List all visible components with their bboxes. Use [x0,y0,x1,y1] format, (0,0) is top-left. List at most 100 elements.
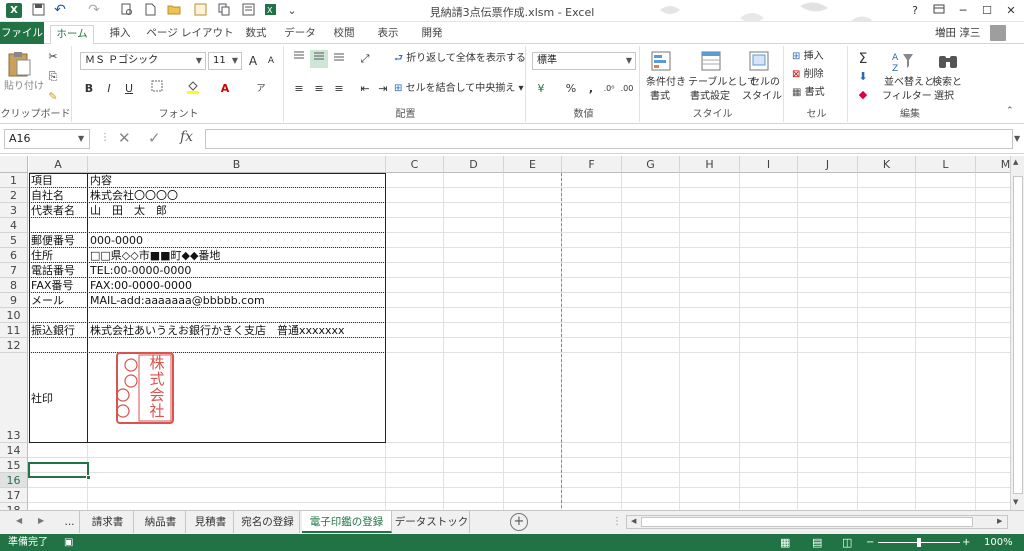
comma-button[interactable]: , [582,80,600,98]
column-header-g[interactable]: G [622,156,680,173]
autosum-icon[interactable]: Σ [854,50,872,68]
wrap-text-button[interactable]: ⮐ 折り返して全体を表示する [394,52,526,66]
font-size-select[interactable]: 11 ▼ [208,52,242,70]
fill-icon[interactable]: ⬇ [854,68,872,86]
zoom-slider-thumb[interactable] [917,538,921,547]
zoom-out-icon[interactable]: − [866,534,874,551]
row-header-3[interactable]: 3 [0,203,28,218]
maximize-button[interactable]: ☐ [975,2,999,20]
format-as-table-label[interactable]: テーブルとして [688,76,757,90]
orientation-icon[interactable]: ⤢ [356,50,374,68]
conditional-formatting-label-2[interactable]: 書式 [650,90,670,104]
row-header-6[interactable]: 6 [0,248,28,263]
percent-button[interactable]: % [562,80,580,98]
row-header-12[interactable]: 12 [0,338,28,353]
normal-view-icon[interactable]: ▦ [780,534,790,551]
column-header-i[interactable]: I [740,156,798,173]
paste-icon[interactable] [6,50,34,77]
cell-b8[interactable]: FAX:00-0000-0000 [90,279,192,293]
conditional-formatting-label[interactable]: 条件付き [646,76,686,90]
row-header-2[interactable]: 2 [0,188,28,203]
find-select-label[interactable]: 検索と [932,76,962,90]
cell-b9[interactable]: MAIL-add:aaaaaaa@bbbbb.com [90,294,265,308]
cell-a9[interactable]: メール [31,294,64,308]
tab-review[interactable]: 校閲 [324,25,364,44]
insert-function-icon[interactable]: fx [180,129,193,145]
row-header-16[interactable]: 16 [0,473,28,488]
paste-button[interactable]: 貼り付け [4,80,44,94]
sheet-tab[interactable]: 宛名の登録 [236,511,300,533]
cell-styles-label-2[interactable]: スタイル [742,90,782,104]
fill-handle[interactable] [86,475,91,480]
cancel-icon[interactable]: ✕ [118,129,131,147]
column-header-c[interactable]: C [386,156,444,173]
cell-b11[interactable]: 株式会社あいうえお銀行かきく支店 普通xxxxxxx [90,324,345,338]
sheet-tab[interactable]: データストック [394,511,470,533]
tab-file[interactable]: ファイル [0,22,44,44]
column-header-a[interactable]: A [29,156,88,173]
row-header-11[interactable]: 11 [0,323,28,338]
copy-button-icon[interactable]: ⎘ [44,68,62,86]
borders-icon[interactable] [148,80,166,98]
column-header-d[interactable]: D [444,156,504,173]
format-painter-icon[interactable]: ✎ [44,88,62,106]
find-select-label-2[interactable]: 選択 [934,90,954,104]
hscroll-thumb[interactable] [641,517,973,527]
sheet-tab[interactable]: 請求書 [82,511,134,533]
format-as-table-icon[interactable] [700,50,728,76]
minimize-button[interactable]: ─ [951,2,975,20]
cell-a1[interactable]: 項目 [31,174,53,188]
merge-center-button[interactable]: ⊞ セルを結合して中央揃え ▾ [394,82,523,96]
horizontal-scrollbar[interactable]: ◀ ▶ [626,515,1008,529]
bold-button[interactable]: B [80,80,98,98]
macro-record-icon[interactable]: ▣ [64,534,73,551]
align-center-icon[interactable]: ≡ [310,80,328,98]
align-top-icon[interactable] [290,50,308,68]
cell-a11[interactable]: 振込銀行 [31,324,75,338]
currency-icon[interactable]: ¥ [532,80,550,98]
row-header-5[interactable]: 5 [0,233,28,248]
row-header-8[interactable]: 8 [0,278,28,293]
row-header-15[interactable]: 15 [0,458,28,473]
sheet-tab[interactable]: 見積書 [188,511,234,533]
tab-insert[interactable]: 挿入 [100,25,140,44]
cell-b6[interactable]: □□県◇◇市■■町◆◆番地 [90,249,220,263]
help-button[interactable]: ? [903,2,927,20]
expand-formula-icon[interactable]: ▼ [1014,134,1020,143]
conditional-formatting-icon[interactable] [650,50,678,76]
shrink-font-button[interactable]: A [262,52,280,70]
column-header-j[interactable]: J [798,156,858,173]
column-header-m[interactable]: M [976,156,1010,173]
number-format-select[interactable]: 標準 ▼ [532,52,636,70]
insert-cells-button[interactable]: ⊞ 挿入 [792,50,824,64]
delete-cells-button[interactable]: ⊠ 削除 [792,68,824,82]
grow-font-button[interactable]: A [244,52,262,70]
row-header-4[interactable]: 4 [0,218,28,233]
hscroll-left-icon[interactable]: ◀ [631,517,636,525]
user-name[interactable]: 増田 淳三 [935,26,980,40]
scroll-up-icon[interactable]: ▲ [1013,158,1018,166]
scroll-down-icon[interactable]: ▼ [1013,498,1018,506]
row-header-7[interactable]: 7 [0,263,28,278]
increase-decimal-icon[interactable]: .0⁰ [600,80,618,98]
vertical-scrollbar[interactable]: ▲ ▼ [1010,156,1024,510]
collapse-ribbon-icon[interactable]: ⌃ [1006,106,1014,116]
scroll-thumb[interactable] [1013,176,1023,494]
hscroll-right-icon[interactable]: ▶ [997,517,1002,525]
row-header-13[interactable]: 13 [0,353,28,443]
phonetic-icon[interactable]: ア [252,80,270,98]
row-header-17[interactable]: 17 [0,488,28,503]
fill-color-icon[interactable] [184,80,202,98]
column-header-l[interactable]: L [916,156,976,173]
sort-filter-label-2[interactable]: フィルター [882,90,932,104]
zoom-in-icon[interactable]: + [962,534,970,551]
format-as-table-label-2[interactable]: 書式設定 [690,90,730,104]
sort-filter-icon[interactable]: AZ [890,50,918,76]
name-box-dropdown-icon[interactable]: ▼ [78,134,84,143]
font-color-icon[interactable]: A [216,80,234,98]
format-cells-button[interactable]: ▦ 書式 [792,86,825,100]
cell-b7[interactable]: TEL:00-0000-0000 [90,264,191,278]
sheet-tabs-more[interactable]: ... [60,511,80,533]
indent-decrease-icon[interactable]: ⇤ [356,80,374,98]
find-select-icon[interactable] [936,50,964,76]
